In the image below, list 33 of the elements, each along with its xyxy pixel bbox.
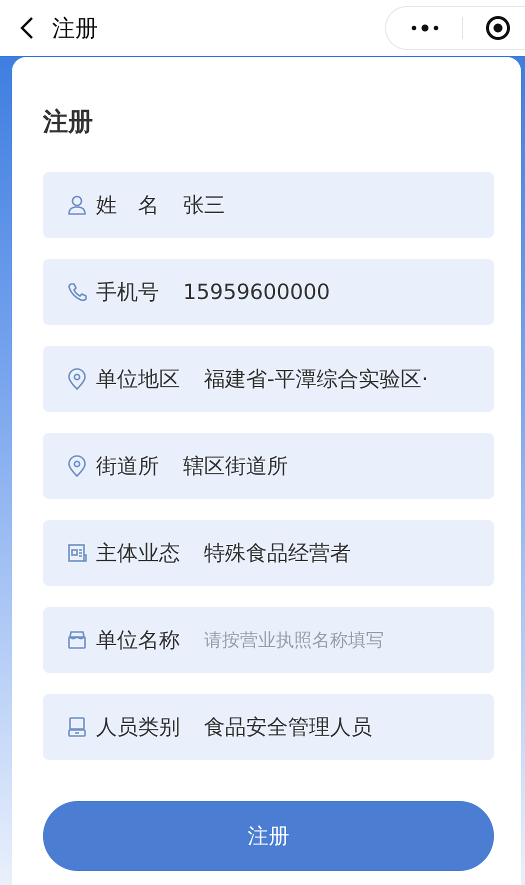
field-value: 张三 [183, 192, 225, 219]
field-label: 人员类别 [96, 714, 180, 741]
field-label: 街道所 [96, 453, 159, 480]
shop-icon [67, 629, 87, 651]
person-icon [67, 194, 87, 216]
input-field[interactable]: 人员类别 食品安全管理人员 [43, 694, 494, 760]
field-label: 主体业态 [96, 540, 180, 567]
placeholder-text: 请按营业执照名称填写 [204, 629, 384, 652]
document-icon [67, 542, 87, 564]
more-icon[interactable] [410, 23, 440, 33]
field-label: 单位地区 [96, 366, 180, 393]
form-title: 注册 [43, 106, 94, 138]
field-value: 特殊食品经营者 [204, 540, 351, 567]
location-pin-icon [67, 368, 87, 390]
input-field[interactable]: 手机号 15959600000 [43, 259, 494, 325]
register-button[interactable]: 注册 [43, 801, 494, 871]
field-value: 福建省-平潭综合实验区· [204, 366, 428, 393]
field-value: 辖区街道所 [183, 453, 288, 480]
location-pin-icon [67, 455, 87, 477]
input-field[interactable]: 姓 名 张三 [43, 172, 494, 238]
field-value: 15959600000 [183, 280, 330, 304]
phone-icon [67, 281, 87, 303]
back-icon[interactable] [20, 16, 34, 40]
input-field[interactable]: 主体业态 特殊食品经营者 [43, 520, 494, 586]
page-title: 注册 [52, 14, 99, 44]
field-label: 手机号 [96, 279, 159, 306]
field-label: 姓 名 [96, 192, 159, 219]
input-field[interactable]: 单位地区 福建省-平潭综合实验区· [43, 346, 494, 412]
field-label: 单位名称 [96, 627, 180, 654]
monitor-icon [67, 716, 87, 738]
input-field[interactable]: 单位名称 请按营业执照名称填写 [43, 607, 494, 673]
input-field[interactable]: 街道所 辖区街道所 [43, 433, 494, 499]
field-value: 食品安全管理人员 [204, 714, 372, 741]
